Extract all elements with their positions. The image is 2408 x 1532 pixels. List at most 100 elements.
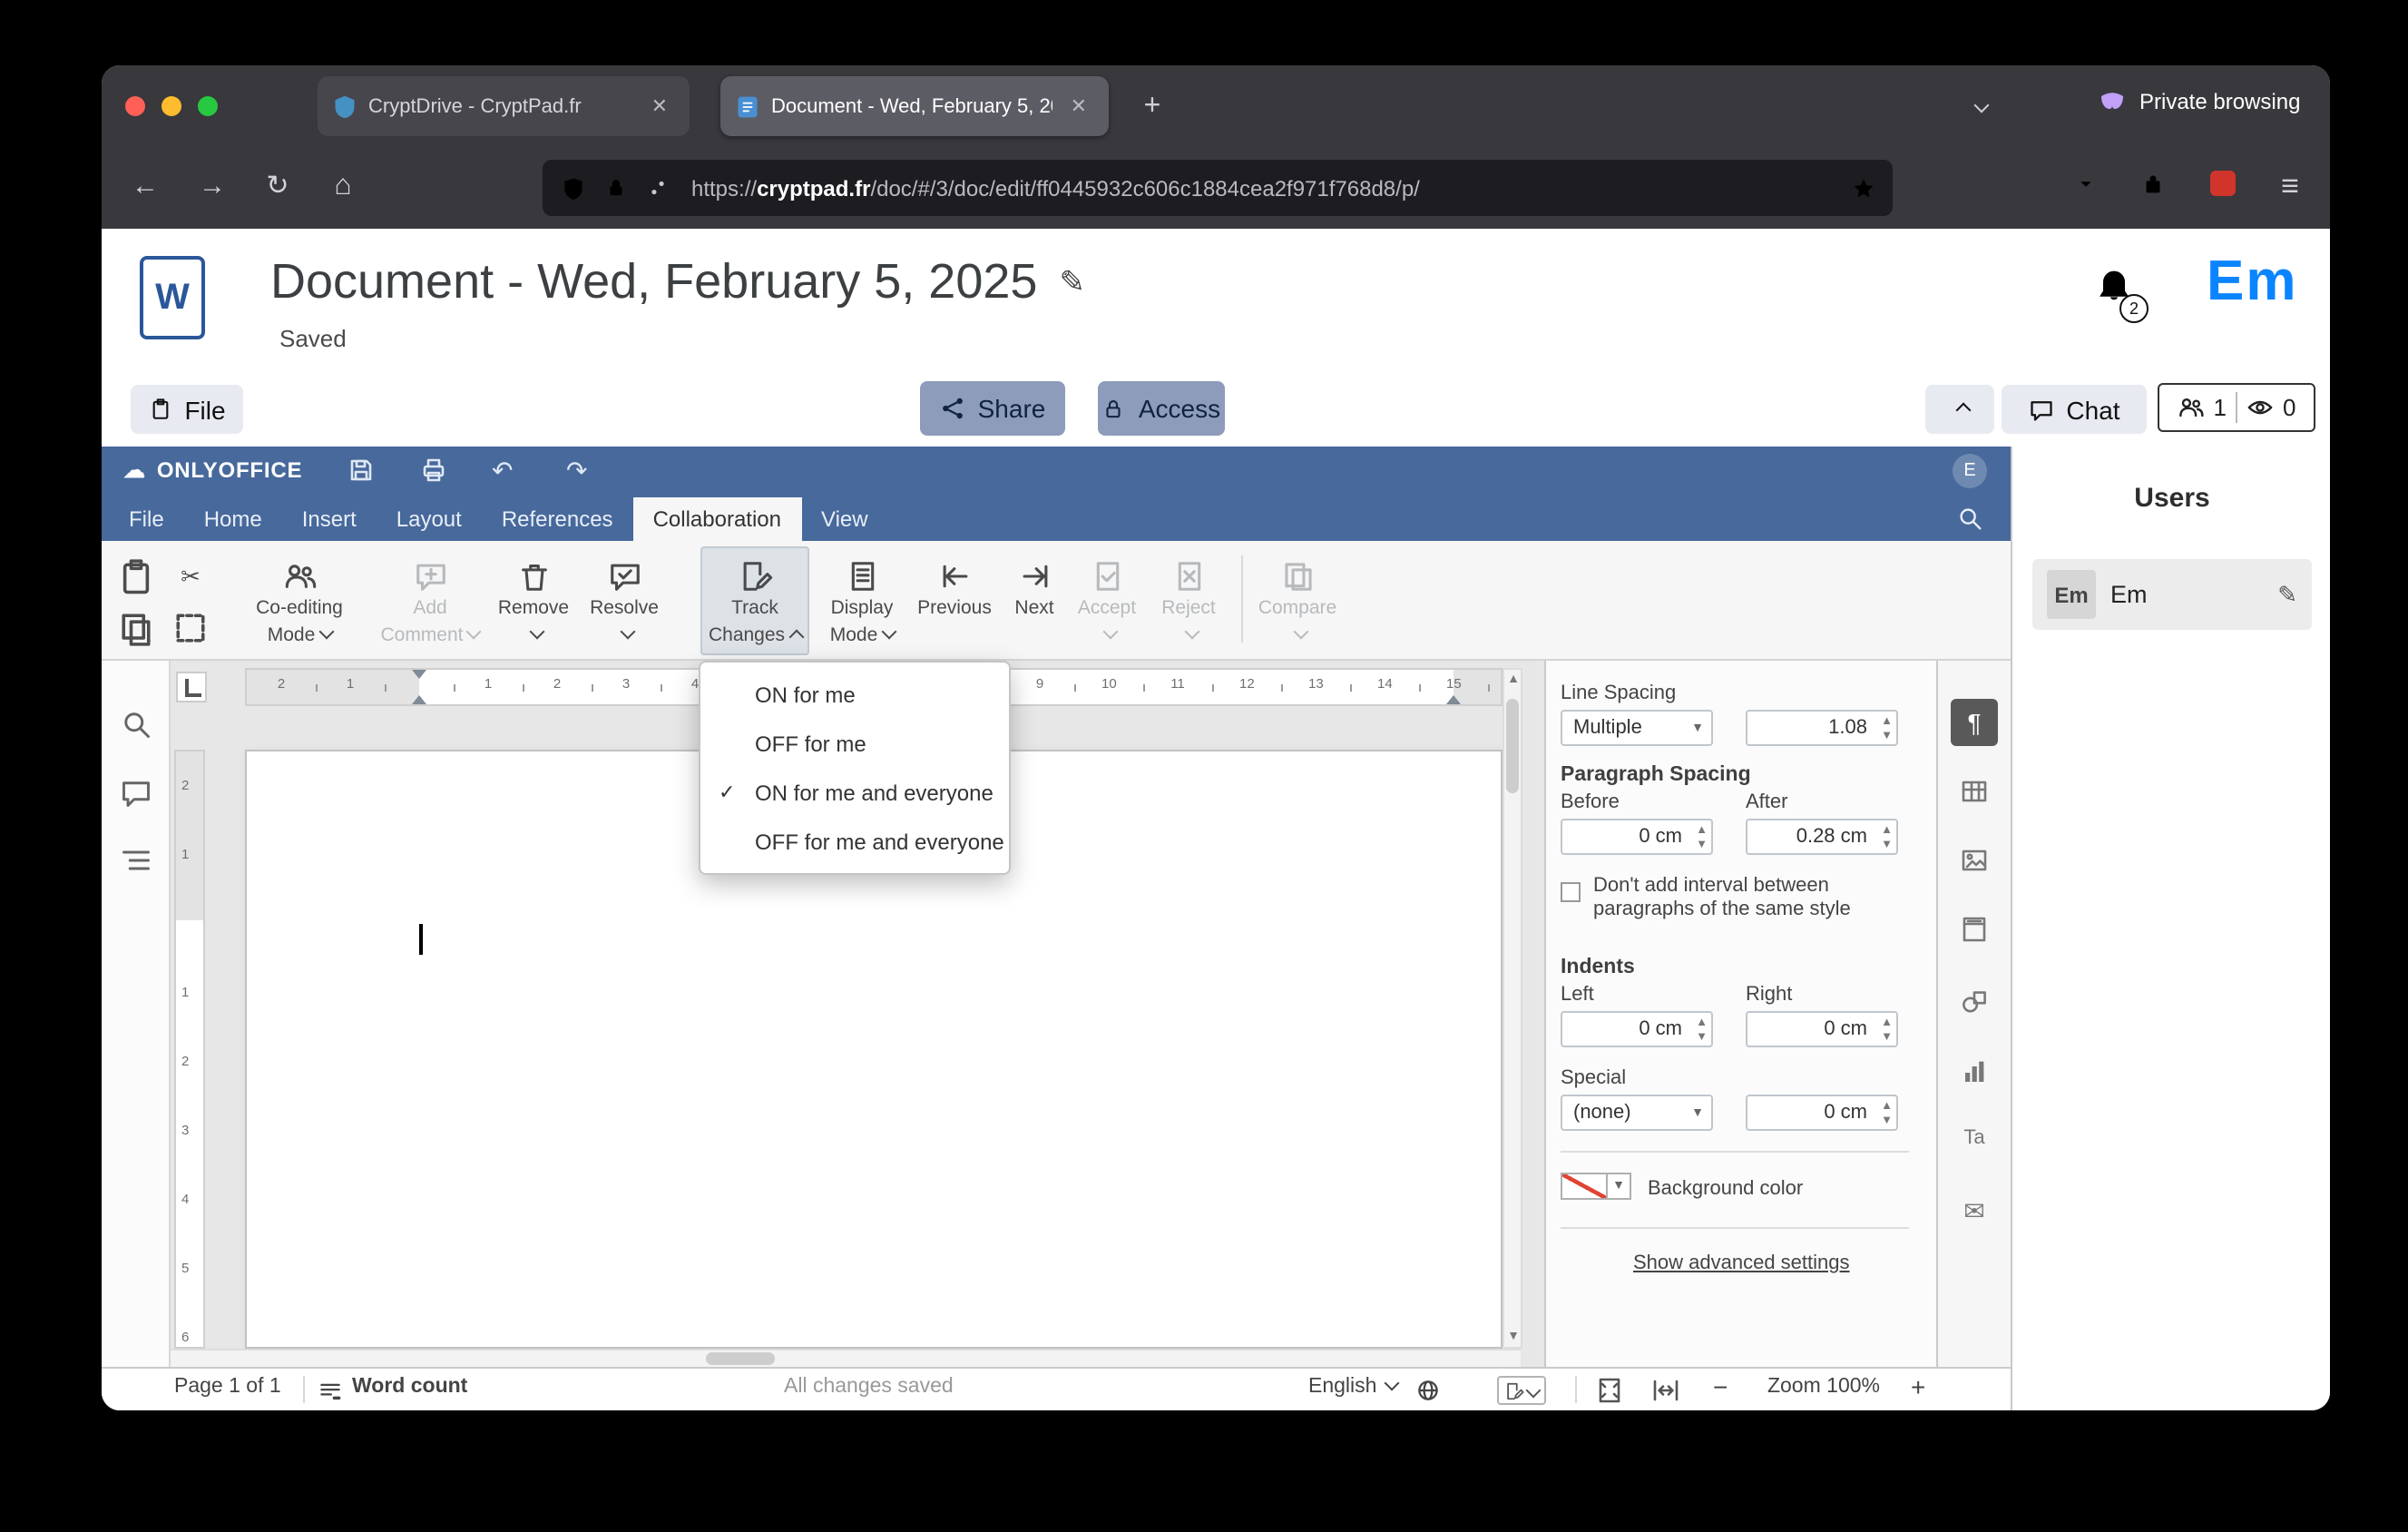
menu-hamburger-icon[interactable]: ≡ [2270, 170, 2310, 203]
tracking-shield-icon[interactable] [561, 175, 586, 201]
indent-right-spinner[interactable]: 0 cm ▲ ▼ [1746, 1011, 1898, 1047]
zoom-in-button[interactable]: + [1911, 1372, 1925, 1401]
special-select[interactable]: (none) ▼ [1561, 1095, 1713, 1131]
track-menu-item[interactable]: OFF for me [700, 719, 1009, 768]
oo-menu-references[interactable]: References [482, 497, 633, 541]
presence-counts[interactable]: 1 0 [2158, 383, 2315, 432]
oo-menu-home[interactable]: Home [184, 497, 282, 541]
redo-icon[interactable]: ↷ [566, 456, 587, 486]
navigation-headings-icon[interactable] [120, 844, 152, 877]
edit-title-pencil-icon[interactable]: ✎ [1059, 264, 1085, 300]
chart-settings-tab[interactable] [1951, 1047, 1998, 1095]
list-all-tabs-icon[interactable] [1971, 91, 1990, 123]
oo-user-badge[interactable]: E [1953, 454, 1987, 488]
horizontal-scroll-thumb[interactable] [706, 1352, 775, 1365]
extensions-icon[interactable] [2139, 171, 2167, 198]
line-spacing-spinner[interactable]: 1.08 ▲ ▼ [1746, 710, 1898, 746]
new-tab-button[interactable]: + [1129, 83, 1176, 131]
track-changes-button[interactable]: Track Changes [700, 546, 809, 655]
background-color-dropdown[interactable]: ▼ [1608, 1173, 1631, 1200]
line-spacing-select[interactable]: Multiple ▼ [1561, 710, 1713, 746]
comments-icon[interactable] [120, 777, 152, 810]
copy-icon[interactable] [116, 608, 156, 648]
home-icon[interactable]: ⌂ [323, 171, 363, 203]
spacing-before-spinner[interactable]: 0 cm ▲ ▼ [1561, 819, 1713, 855]
search-icon[interactable] [1956, 505, 1983, 532]
share-button[interactable]: Share [920, 381, 1065, 436]
cut-scissors-icon[interactable]: ✂ [171, 557, 210, 597]
document-title[interactable]: Document - Wed, February 5, 2025 ✎ [270, 254, 1085, 310]
back-icon[interactable]: ← [125, 171, 165, 203]
undo-icon[interactable]: ↶ [492, 456, 513, 486]
table-settings-tab[interactable] [1951, 768, 1998, 815]
display-mode-button[interactable]: Display Mode [820, 546, 904, 655]
spacing-after-spinner[interactable]: 0.28 cm ▲ ▼ [1746, 819, 1898, 855]
reload-icon[interactable]: ↻ [258, 171, 298, 203]
bookmark-star-icon[interactable] [1851, 175, 1876, 201]
scroll-up-icon[interactable]: ▲ [1506, 673, 1521, 686]
browser-tab-document[interactable]: Document - Wed, February 5, 2025 ✕ [720, 76, 1109, 136]
header-footer-settings-tab[interactable] [1951, 906, 1998, 953]
save-icon[interactable] [347, 456, 376, 485]
previous-change-button[interactable]: Previous [915, 546, 994, 655]
track-menu-item[interactable]: ✓ ON for me and everyone [700, 768, 1009, 817]
access-button[interactable]: Access [1098, 381, 1225, 436]
vertical-scroll-thumb[interactable] [1506, 699, 1519, 793]
user-list-item[interactable]: Em Em ✎ [2032, 559, 2312, 630]
downloads-icon[interactable] [2072, 171, 2100, 198]
spellcheck-globe-icon[interactable] [1415, 1378, 1441, 1403]
tab-close-icon[interactable]: ✕ [1063, 91, 1094, 122]
image-settings-tab[interactable] [1951, 837, 1998, 884]
zoom-out-button[interactable]: − [1713, 1372, 1728, 1401]
oo-menu-file[interactable]: File [109, 497, 184, 541]
horizontal-scrollbar[interactable] [171, 1349, 1521, 1367]
fit-width-icon[interactable] [1651, 1376, 1680, 1405]
track-menu-item[interactable]: OFF for me and everyone [700, 817, 1009, 866]
background-color-swatch[interactable] [1561, 1173, 1608, 1200]
url-bar[interactable]: https://cryptpad.fr/doc/#/3/doc/edit/ff0… [543, 160, 1893, 216]
paragraph-settings-tab[interactable]: ¶ [1951, 699, 1998, 746]
window-close-button[interactable] [125, 96, 145, 116]
interval-checkbox[interactable] [1561, 882, 1581, 902]
right-indent-marker[interactable] [1446, 695, 1461, 704]
collapse-toolbar-button[interactable] [1925, 385, 1994, 434]
oo-menu-insert[interactable]: Insert [282, 497, 377, 541]
oo-menu-view[interactable]: View [801, 497, 888, 541]
permissions-icon[interactable] [646, 176, 670, 200]
advanced-settings-link[interactable]: Show advanced settings [1633, 1252, 1850, 1274]
browser-tab-cryptdrive[interactable]: CryptDrive - CryptPad.fr ✕ [318, 76, 690, 136]
track-changes-status-button[interactable] [1497, 1376, 1546, 1405]
oo-menu-layout[interactable]: Layout [377, 497, 482, 541]
coediting-mode-button[interactable]: Co-editing Mode [243, 546, 356, 655]
window-zoom-button[interactable] [198, 96, 218, 116]
window-minimize-button[interactable] [162, 96, 181, 116]
notifications-bell[interactable]: 2 [2092, 265, 2149, 323]
remove-button[interactable]: Remove [494, 546, 573, 655]
file-button[interactable]: File [131, 385, 243, 434]
oo-menu-collaboration[interactable]: Collaboration [632, 497, 801, 541]
user-avatar[interactable]: Em [2207, 249, 2298, 314]
fit-page-icon[interactable] [1595, 1376, 1624, 1405]
paste-icon[interactable] [116, 557, 156, 597]
scroll-down-icon[interactable]: ▼ [1506, 1331, 1521, 1343]
select-all-icon[interactable] [171, 608, 210, 648]
mail-merge-tab[interactable]: ✉ [1951, 1187, 1998, 1234]
ublock-icon[interactable] [2203, 171, 2243, 205]
lock-icon[interactable] [604, 176, 628, 200]
shape-settings-tab[interactable] [1951, 978, 1998, 1026]
chat-button[interactable]: Chat [2002, 385, 2147, 434]
print-icon[interactable] [419, 456, 448, 485]
vertical-scrollbar[interactable]: ▲ ▼ [1503, 668, 1522, 1349]
edit-name-pencil-icon[interactable]: ✎ [2277, 580, 2297, 609]
special-spinner[interactable]: 0 cm ▲ ▼ [1746, 1095, 1898, 1131]
track-menu-item[interactable]: ON for me [700, 670, 1009, 719]
find-icon[interactable] [120, 708, 152, 741]
first-line-indent-marker[interactable] [412, 670, 426, 679]
language-select[interactable]: English [1308, 1375, 1399, 1398]
forward-icon[interactable]: → [192, 171, 232, 203]
textart-settings-tab[interactable]: Ta [1951, 1115, 1998, 1162]
next-change-button[interactable]: Next [1005, 546, 1063, 655]
indent-left-spinner[interactable]: 0 cm ▲ ▼ [1561, 1011, 1713, 1047]
resolve-button[interactable]: Resolve [581, 546, 668, 655]
tab-close-icon[interactable]: ✕ [644, 91, 675, 122]
